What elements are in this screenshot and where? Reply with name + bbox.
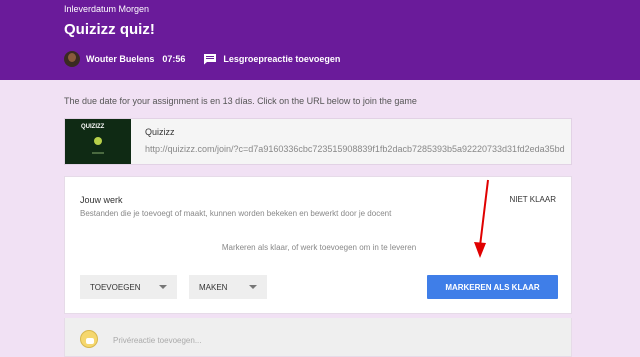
private-comment-input[interactable]: Privéreactie toevoegen... xyxy=(113,336,202,345)
assignment-description: The due date for your assignment is en 1… xyxy=(64,96,417,106)
add-button-label: TOEVOEGEN xyxy=(90,282,141,292)
author-name: Wouter Buelens xyxy=(86,54,155,64)
thumbnail-bar xyxy=(92,152,104,154)
thumbnail-dot xyxy=(94,137,102,145)
user-avatar xyxy=(80,330,98,348)
create-button-label: MAKEN xyxy=(199,282,228,292)
status-badge: NIET KLAAR xyxy=(509,195,556,204)
assignment-header: Inleverdatum Morgen Quizizz quiz! Wouter… xyxy=(0,0,640,80)
add-dropdown-button[interactable]: TOEVOEGEN xyxy=(80,275,177,299)
chevron-down-icon xyxy=(249,285,257,289)
author-row: Wouter Buelens 07:56 Lesgroepreactie toe… xyxy=(64,51,340,67)
chevron-down-icon xyxy=(159,285,167,289)
link-thumbnail: QUIZIZZ xyxy=(65,119,131,164)
create-dropdown-button[interactable]: MAKEN xyxy=(189,275,267,299)
author-avatar xyxy=(64,51,80,67)
post-time: 07:56 xyxy=(162,54,186,64)
add-class-comment-link[interactable]: Lesgroepreactie toevoegen xyxy=(223,54,340,64)
due-date: Inleverdatum Morgen xyxy=(64,4,150,14)
assignment-title: Quizizz quiz! xyxy=(64,21,155,38)
your-work-label: Jouw werk xyxy=(80,195,123,205)
private-comment-bar[interactable]: Privéreactie toevoegen... xyxy=(64,318,572,357)
quizizz-logo: QUIZIZZ xyxy=(81,124,105,130)
work-hint: Bestanden die je toevoegt of maakt, kunn… xyxy=(80,209,392,218)
work-empty-message: Markeren als klaar, of werk toevoegen om… xyxy=(221,243,417,252)
comment-icon[interactable] xyxy=(203,53,217,65)
link-attachment[interactable]: QUIZIZZ Quizizz http://quizizz.com/join/… xyxy=(64,118,572,165)
mark-as-done-button[interactable]: MARKEREN ALS KLAAR xyxy=(427,275,558,299)
link-url[interactable]: http://quizizz.com/join/?c=d7a9160336cbc… xyxy=(145,144,565,154)
your-work-card: Jouw werk NIET KLAAR Bestanden die je to… xyxy=(64,176,572,314)
link-title[interactable]: Quizizz xyxy=(145,127,175,137)
